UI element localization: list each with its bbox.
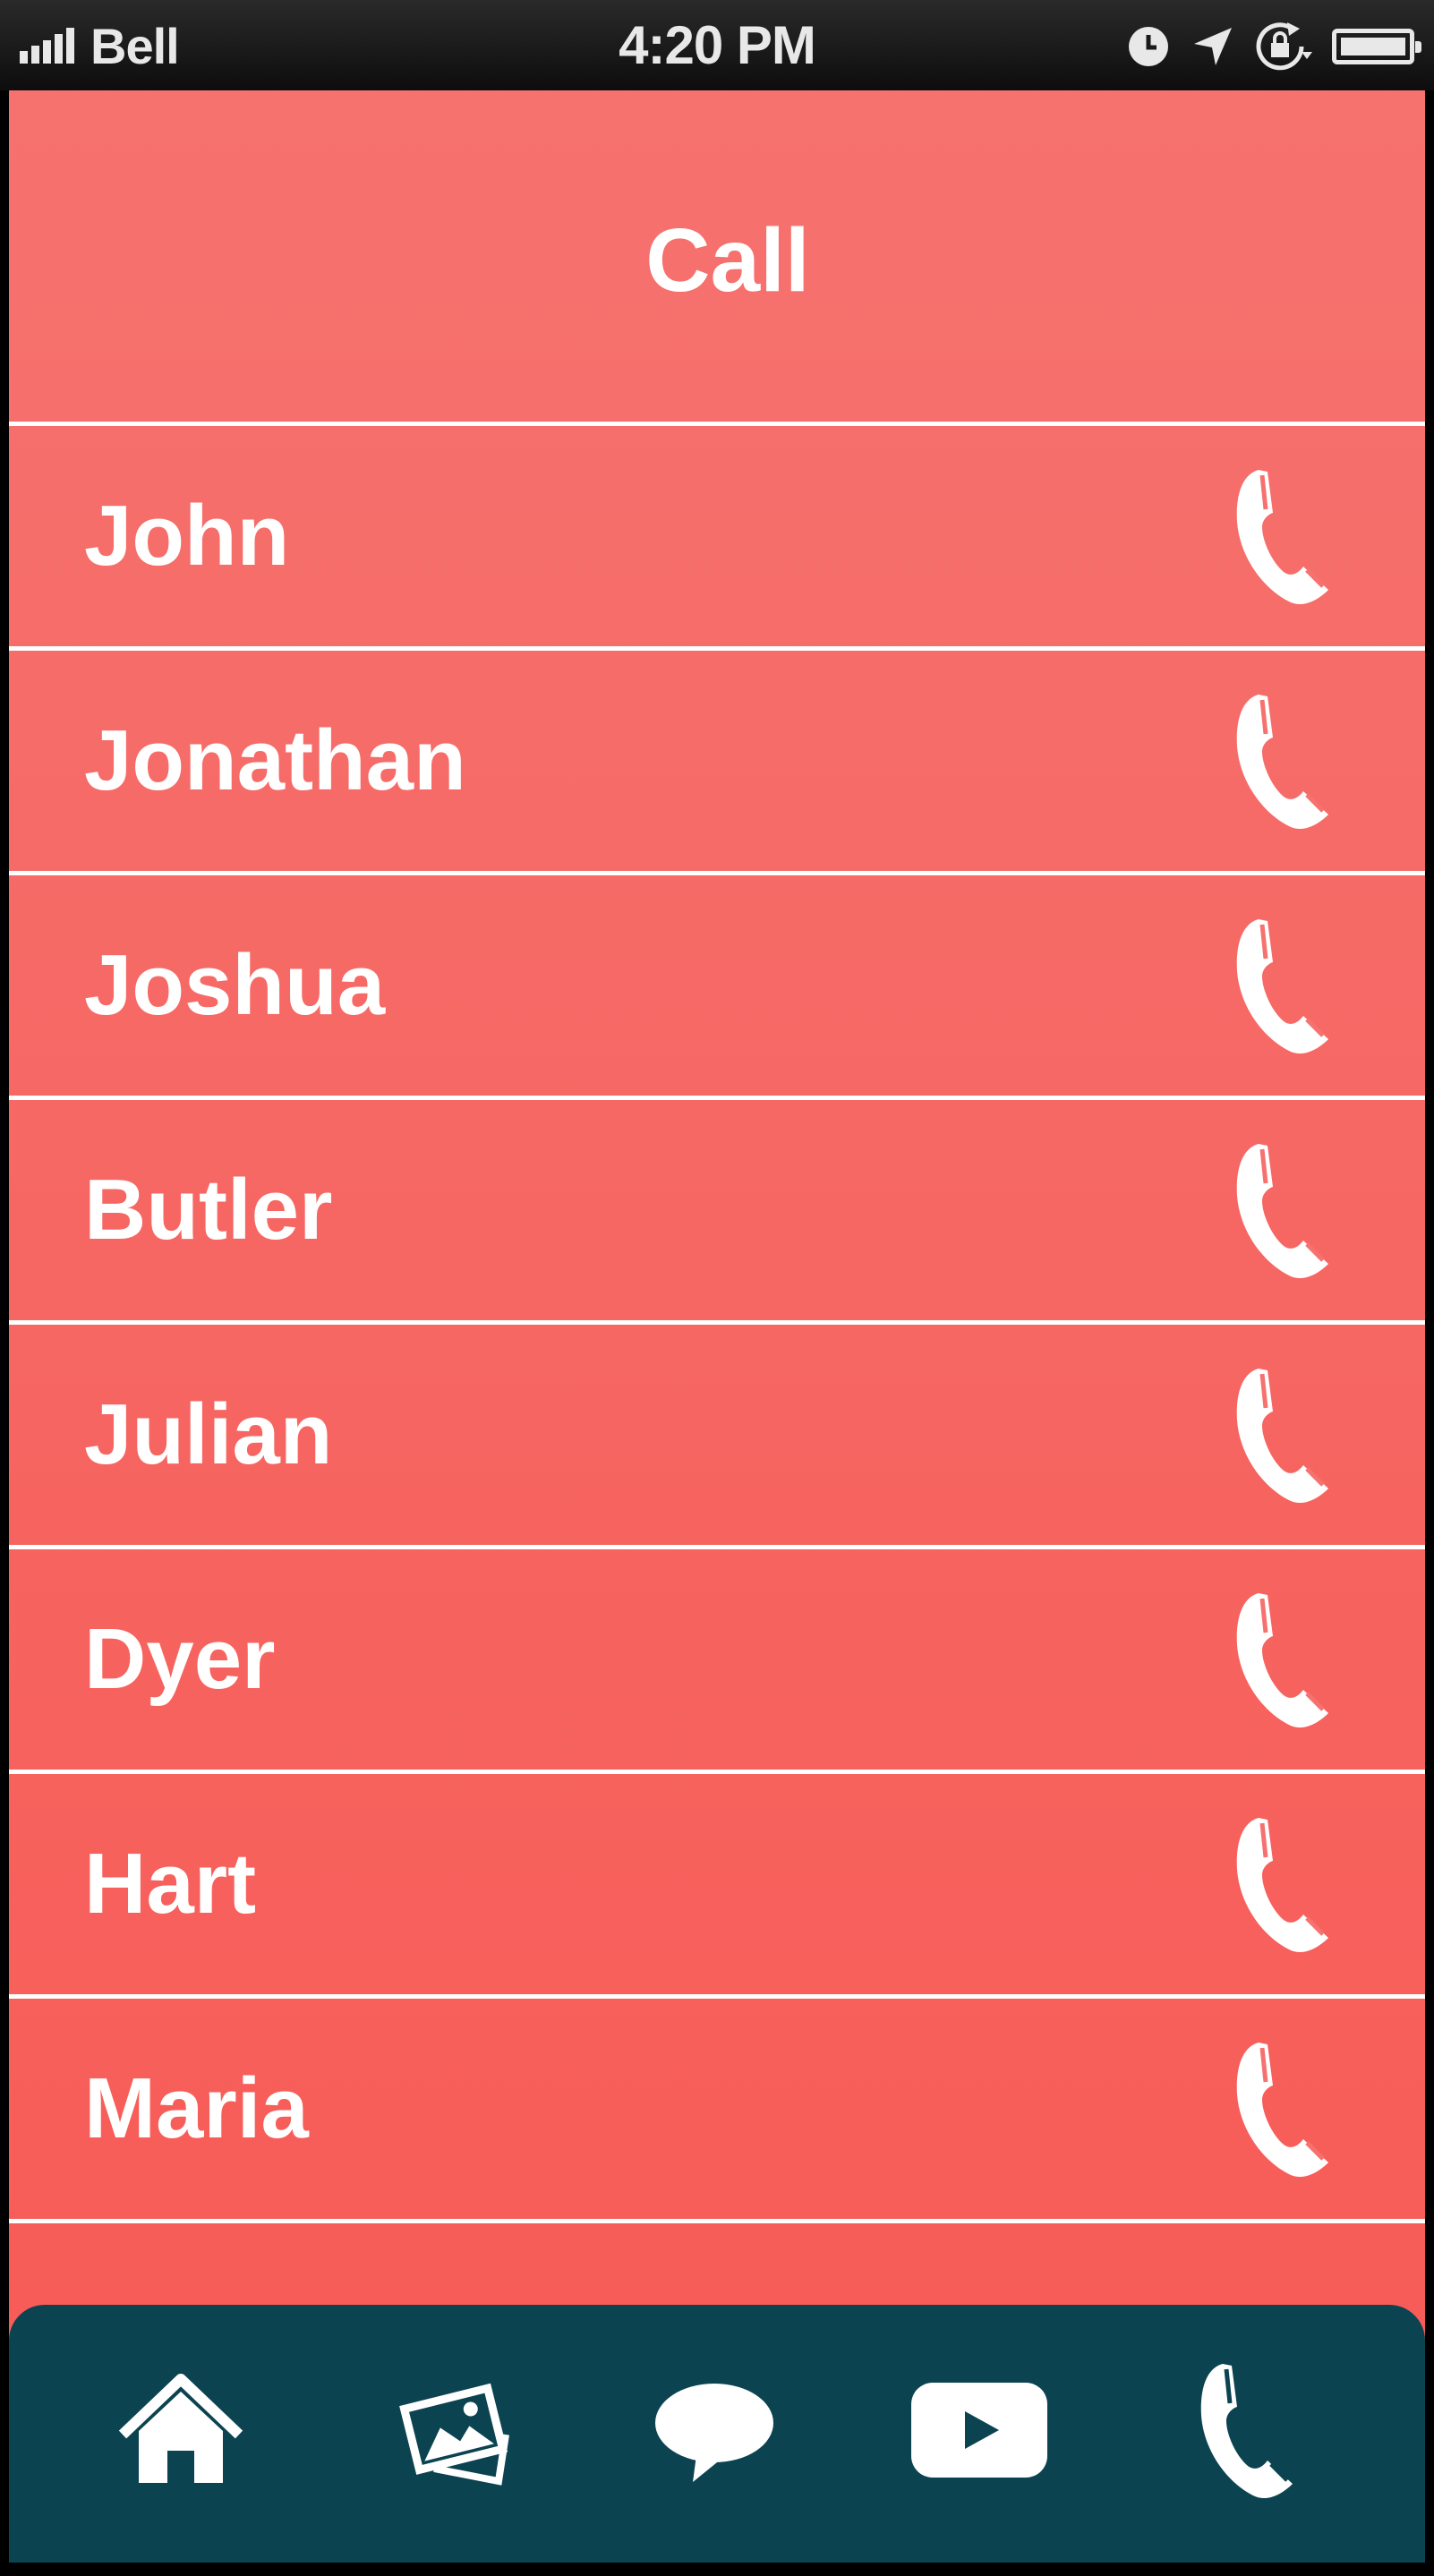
photos-icon [399, 2383, 509, 2486]
tab-messages[interactable] [625, 2350, 804, 2511]
contact-row-joshua[interactable]: Joshua [9, 875, 1425, 1100]
battery-icon [1332, 29, 1421, 64]
clock-icon [1129, 27, 1168, 66]
contact-row-maria[interactable]: Maria [9, 1999, 1425, 2223]
phone-icon[interactable] [1228, 1139, 1336, 1282]
phone-icon [1200, 2364, 1293, 2499]
header: Call [9, 90, 1425, 422]
phone-screen: Bell 4:20 PM Call John Jonathan Joshua B… [0, 0, 1434, 2576]
tab-videos[interactable] [890, 2350, 1069, 2511]
home-icon [118, 2374, 243, 2483]
phone-icon[interactable] [1228, 1588, 1336, 1731]
contact-name: John [84, 488, 290, 584]
contact-row-jonathan[interactable]: Jonathan [9, 651, 1425, 875]
contact-name: Jonathan [84, 712, 466, 808]
tab-bar [9, 2305, 1425, 2563]
video-play-icon [911, 2383, 1047, 2478]
contact-row-butler[interactable]: Butler [9, 1100, 1425, 1325]
status-right [1126, 20, 1421, 73]
contact-row-julian[interactable]: Julian [9, 1325, 1425, 1549]
contact-name: Joshua [84, 937, 386, 1033]
phone-icon[interactable] [1228, 1363, 1336, 1506]
page-title: Call [645, 209, 810, 311]
location-arrow-icon [1194, 28, 1232, 65]
phone-icon[interactable] [1228, 1813, 1336, 1956]
tab-home[interactable] [91, 2350, 270, 2511]
contact-name: Hart [84, 1836, 257, 1932]
phone-icon[interactable] [1228, 465, 1336, 608]
call-screen: Call John Jonathan Joshua Butler Julian … [9, 90, 1425, 2563]
contact-name: Dyer [84, 1611, 276, 1707]
chat-bubble-icon [655, 2384, 773, 2482]
rotation-lock-icon [1256, 22, 1312, 71]
tab-photos[interactable] [367, 2350, 546, 2511]
status-bar: Bell 4:20 PM [0, 0, 1434, 90]
contact-name: Julian [84, 1386, 333, 1482]
phone-icon[interactable] [1228, 914, 1336, 1057]
contact-list: John Jonathan Joshua Butler Julian Dyer … [9, 422, 1425, 2223]
contact-row-hart[interactable]: Hart [9, 1774, 1425, 1999]
contact-row-john[interactable]: John [9, 426, 1425, 651]
contact-name: Maria [84, 2060, 309, 2156]
contact-name: Butler [84, 1162, 333, 1258]
phone-icon[interactable] [1228, 689, 1336, 832]
contact-row-dyer[interactable]: Dyer [9, 1549, 1425, 1774]
tab-call[interactable] [1157, 2350, 1336, 2511]
phone-icon[interactable] [1228, 2037, 1336, 2180]
